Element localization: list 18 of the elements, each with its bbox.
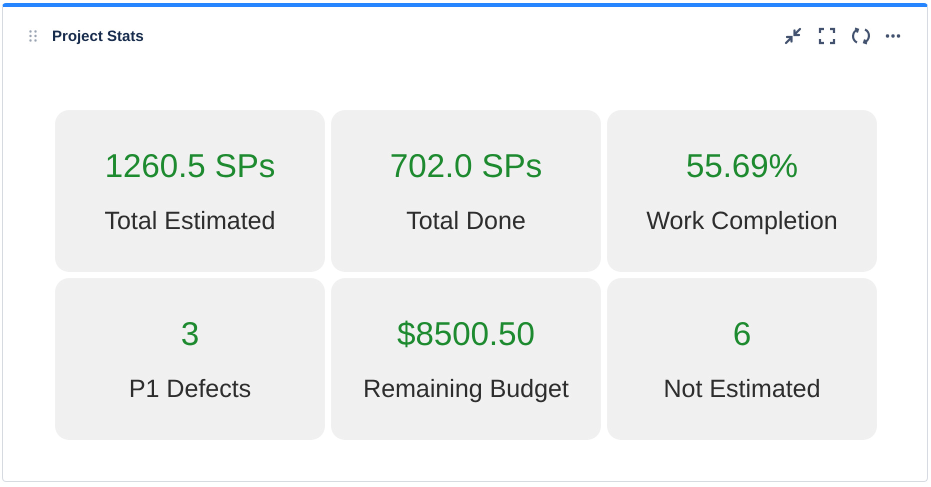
refresh-icon[interactable] bbox=[851, 26, 871, 46]
stat-label: P1 Defects bbox=[128, 374, 252, 404]
fullscreen-icon[interactable] bbox=[817, 26, 837, 46]
stat-value: $8500.50 bbox=[397, 314, 535, 352]
stat-value: 3 bbox=[180, 314, 200, 352]
stat-label: Remaining Budget bbox=[363, 374, 569, 404]
stat-value: 1260.5 SPs bbox=[104, 146, 276, 184]
drag-handle-icon[interactable] bbox=[29, 30, 37, 42]
stat-label: Total Done bbox=[406, 206, 526, 236]
stat-value: 702.0 SPs bbox=[390, 146, 542, 184]
stat-value: 55.69% bbox=[686, 146, 798, 184]
stat-label: Not Estimated bbox=[663, 374, 820, 404]
widget-title: Project Stats bbox=[52, 28, 144, 44]
stat-label: Total Estimated bbox=[104, 206, 276, 236]
collapse-icon[interactable] bbox=[783, 26, 803, 46]
stat-value: 6 bbox=[732, 314, 752, 352]
stat-label: Work Completion bbox=[646, 206, 838, 236]
more-options-icon[interactable] bbox=[885, 33, 901, 39]
